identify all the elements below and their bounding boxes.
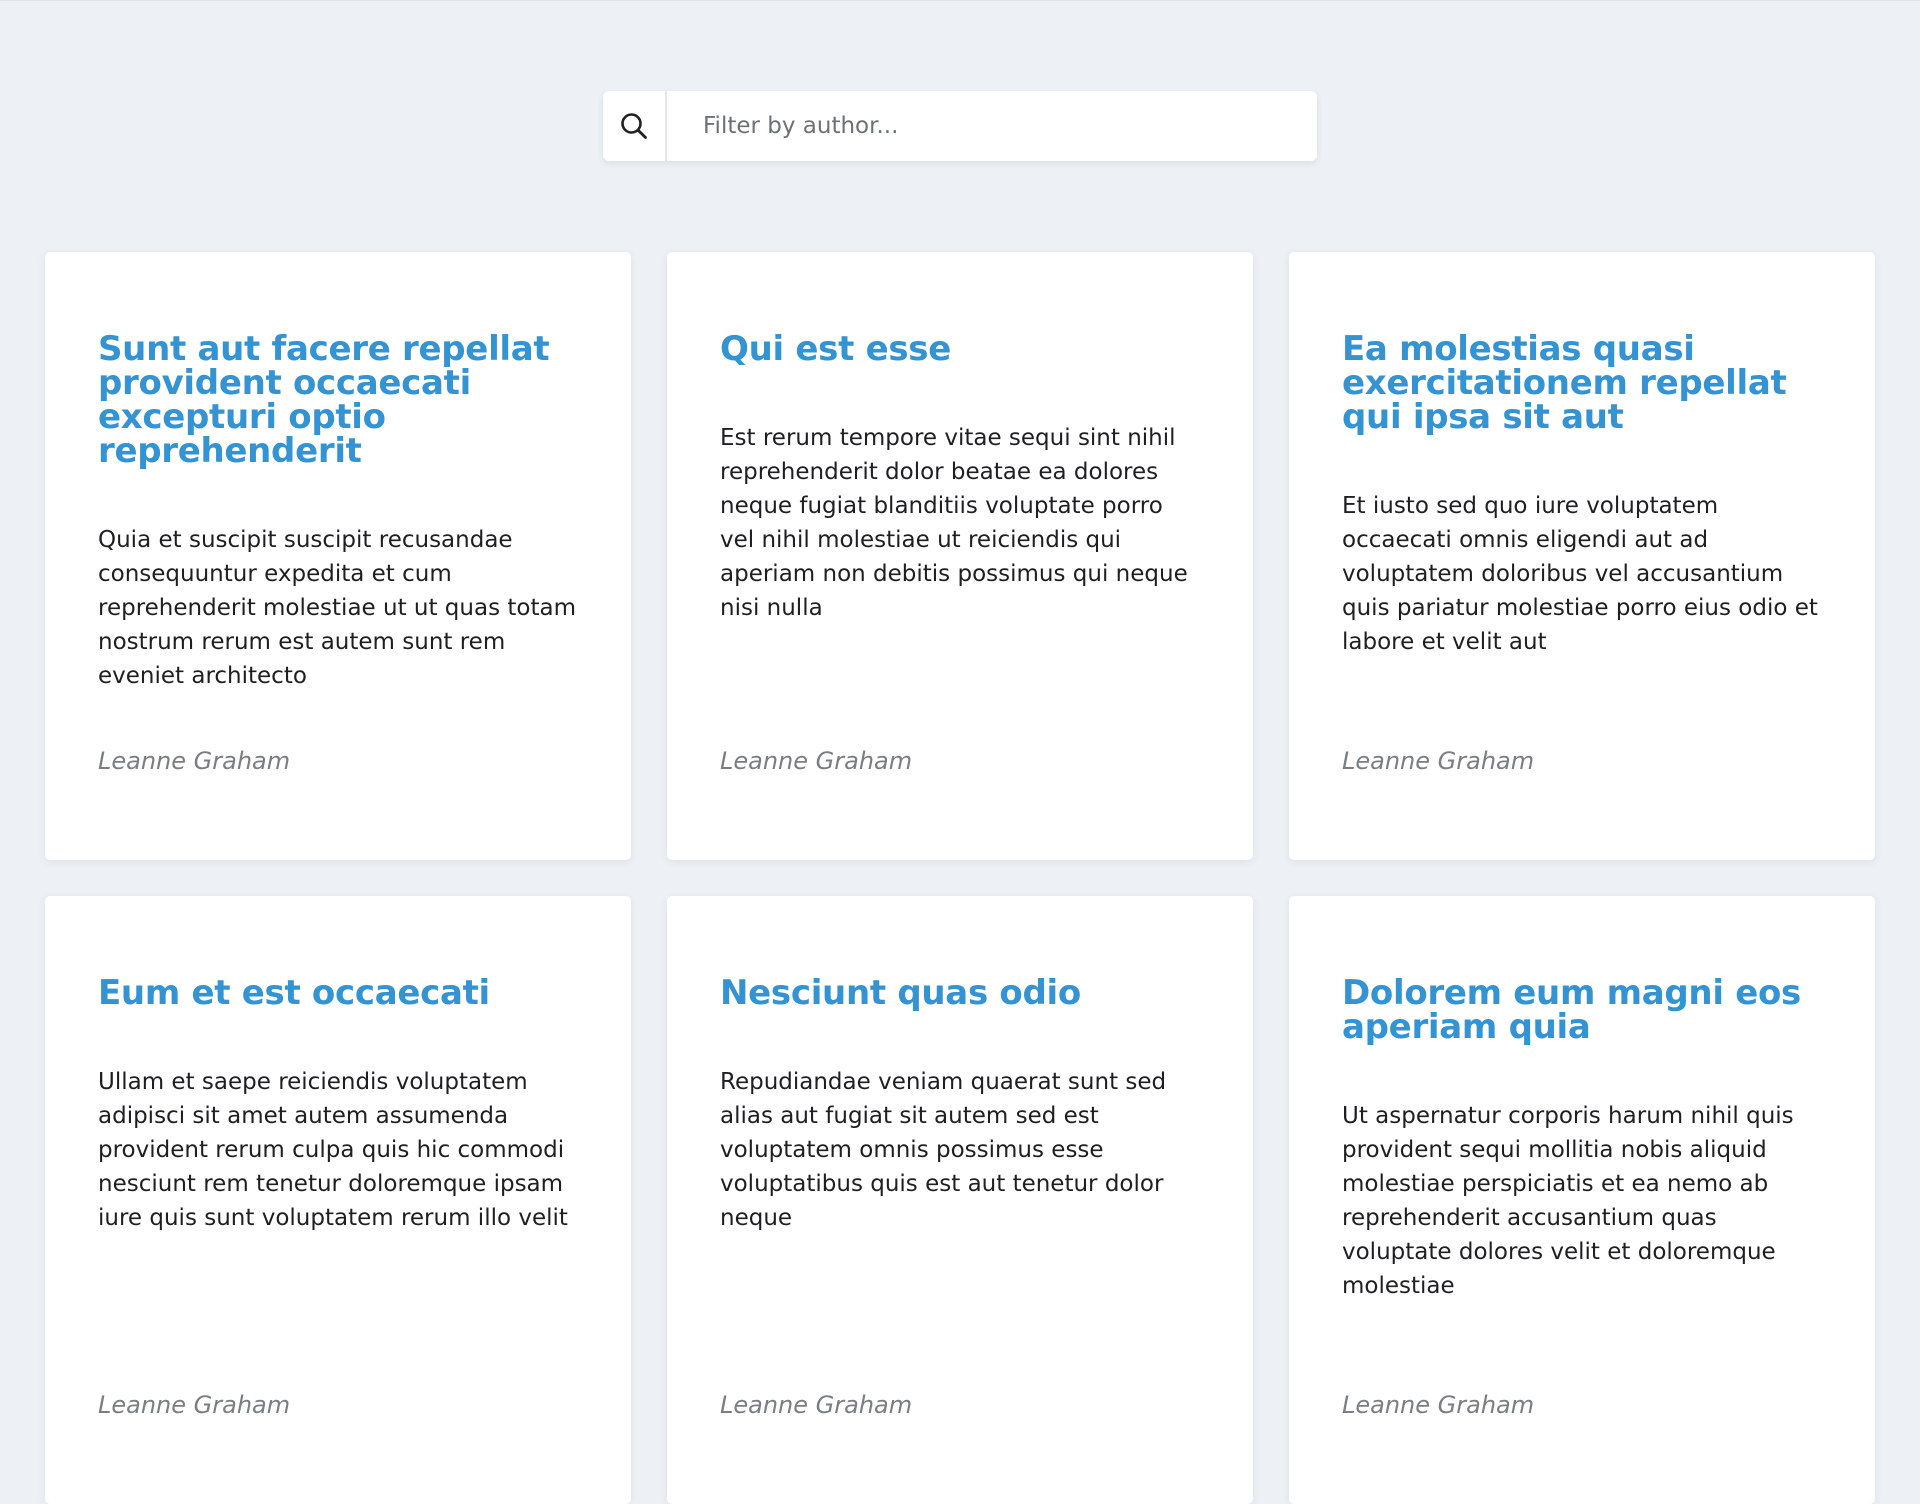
post-title: Sunt aut facere repellat provident occae… [98,329,550,471]
search-icon[interactable] [603,91,667,161]
post-body: Repudiandae veniam quaerat sunt sed alia… [720,1069,1167,1231]
post-card[interactable]: Sunt aut facere repellat provident occae… [45,252,631,860]
post-card[interactable]: Nesciunt quas odio Repudiandae veniam qu… [667,896,1253,1504]
post-card[interactable]: Eum et est occaecati Ullam et saepe reic… [45,896,631,1504]
post-author: Leanne Graham [1342,747,1535,775]
post-title: Dolorem eum magni eos aperiam quia [1342,973,1801,1047]
author-filter [603,91,1317,161]
post-body: Et iusto sed quo iure voluptatem occaeca… [1342,493,1818,655]
post-author: Leanne Graham [720,1391,913,1419]
post-card[interactable]: Ea molestias quasi exercitationem repell… [1289,252,1875,860]
post-body: Ut aspernatur corporis harum nihil quis … [1342,1103,1794,1299]
post-body: Quia et suscipit suscipit recusandae con… [98,527,576,689]
post-title: Eum et est occaecati [98,973,490,1013]
post-author: Leanne Graham [98,747,291,775]
post-card[interactable]: Qui est esse Est rerum tempore vitae seq… [667,252,1253,860]
post-title: Ea molestias quasi exercitationem repell… [1342,329,1787,437]
post-body: Ullam et saepe reiciendis voluptatem adi… [98,1069,568,1231]
post-body: Est rerum tempore vitae sequi sint nihil… [720,425,1188,621]
post-author: Leanne Graham [1342,1391,1535,1419]
post-author: Leanne Graham [720,747,913,775]
post-author: Leanne Graham [98,1391,291,1419]
top-divider [0,0,1920,1]
post-title: Qui est esse [720,329,951,369]
post-card[interactable]: Dolorem eum magni eos aperiam quia Ut as… [1289,896,1875,1504]
post-grid: Sunt aut facere repellat provident occae… [45,252,1875,1504]
post-title: Nesciunt quas odio [720,973,1081,1013]
search-input[interactable] [667,91,1317,161]
